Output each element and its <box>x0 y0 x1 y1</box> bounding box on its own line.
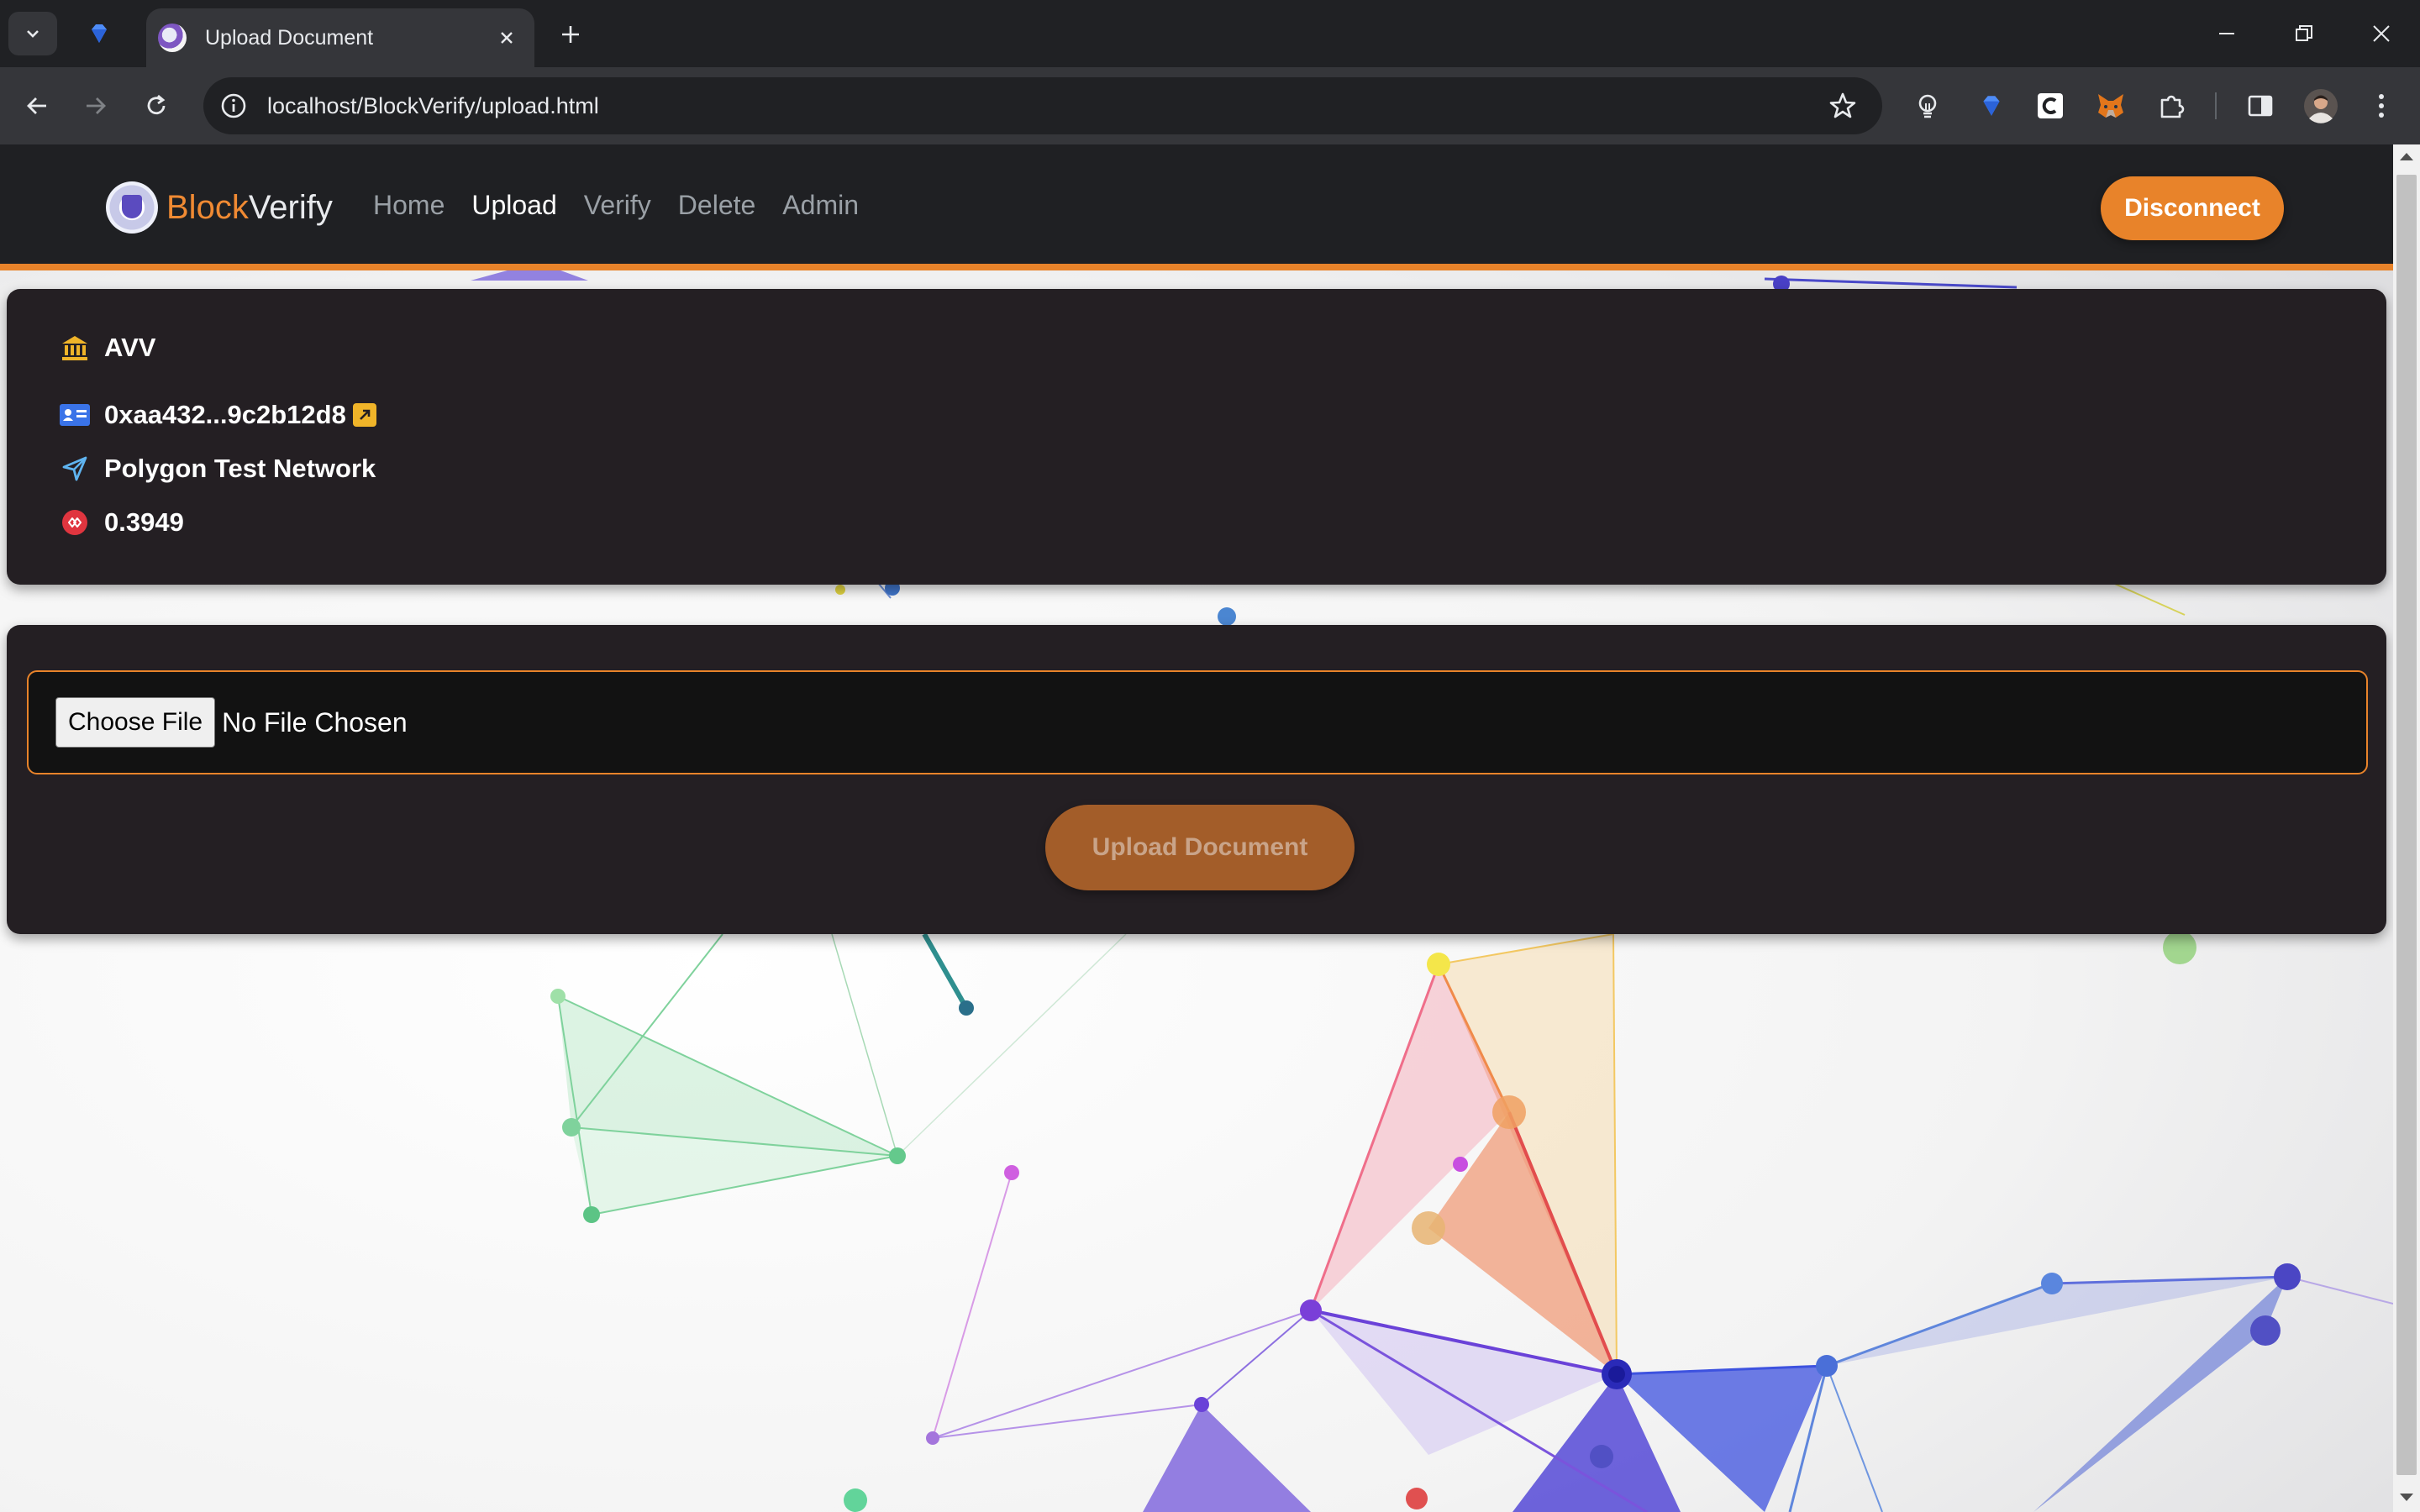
forward-button[interactable] <box>76 86 116 126</box>
extension-c[interactable] <box>2030 86 2070 126</box>
page-scrollbar[interactable] <box>2393 144 2420 1512</box>
browser-tab-bar: Upload Document <box>0 0 2420 67</box>
back-button[interactable] <box>17 86 57 126</box>
reload-button[interactable] <box>136 86 176 126</box>
scroll-up-arrow-icon[interactable] <box>2400 153 2413 160</box>
star-icon <box>1829 92 1856 118</box>
tab-search-button[interactable] <box>8 12 57 55</box>
pinned-tab[interactable] <box>79 15 119 52</box>
bank-icon <box>59 334 91 361</box>
site-info-button[interactable] <box>215 87 252 124</box>
letter-c-icon <box>2038 93 2063 118</box>
address-row: 0xaa432...9c2b12d8 <box>59 400 376 430</box>
brand-name-accent: Block <box>166 188 249 226</box>
file-input[interactable]: Choose File No File Chosen <box>27 670 2368 774</box>
scroll-down-arrow-icon[interactable] <box>2400 1494 2413 1501</box>
file-status-text: No File Chosen <box>222 706 408 738</box>
brand[interactable]: BlockVerify <box>106 181 333 234</box>
tab-favicon-icon <box>158 24 187 52</box>
arrow-right-icon <box>87 97 106 114</box>
info-icon <box>221 93 246 118</box>
toolbar-separator <box>2215 92 2217 119</box>
restore-icon <box>2296 25 2312 41</box>
polygon-token-icon <box>59 509 91 536</box>
address-bar[interactable]: localhost/BlockVerify/upload.html <box>203 77 1882 134</box>
tab-title: Upload Document <box>205 25 374 50</box>
choose-file-button[interactable]: Choose File <box>55 697 216 748</box>
extension-lightbulb[interactable] <box>1907 86 1948 126</box>
side-panel-button[interactable] <box>2240 86 2281 126</box>
diamond-icon <box>92 24 107 43</box>
active-tab[interactable]: Upload Document <box>146 8 534 67</box>
fox-icon <box>2098 94 2123 118</box>
new-tab-button[interactable] <box>551 15 590 54</box>
restore-button[interactable] <box>2279 13 2329 54</box>
kebab-menu-icon <box>2379 94 2384 118</box>
extensions-button[interactable] <box>2151 86 2191 126</box>
plus-icon <box>562 26 579 43</box>
avatar-icon <box>2304 89 2338 123</box>
scrollbar-thumb[interactable] <box>2396 175 2417 1475</box>
profile-button[interactable] <box>2301 86 2341 126</box>
disconnect-button[interactable]: Disconnect <box>2101 176 2284 240</box>
close-window-button[interactable] <box>2356 13 2407 54</box>
tab-close-button[interactable] <box>492 24 521 52</box>
brand-name: BlockVerify <box>166 189 333 227</box>
wallet-address[interactable]: 0xaa432...9c2b12d8 <box>104 400 346 430</box>
bookmark-button[interactable] <box>1822 85 1864 127</box>
balance-value: 0.3949 <box>104 507 184 537</box>
browser-menu-button[interactable] <box>2361 86 2402 126</box>
diamond-icon <box>1983 96 2000 116</box>
nav-verify[interactable]: Verify <box>584 190 651 221</box>
arrow-left-icon <box>27 97 46 114</box>
nav-delete[interactable]: Delete <box>678 190 756 221</box>
chevron-down-icon <box>27 30 39 38</box>
close-icon <box>2373 25 2390 42</box>
url-text[interactable]: localhost/BlockVerify/upload.html <box>267 93 1822 119</box>
network-name: Polygon Test Network <box>104 454 376 483</box>
institution-name: AVV <box>104 333 156 362</box>
institution-row: AVV <box>59 333 155 363</box>
site-navbar: BlockVerify Home Upload Verify Delete Ad… <box>0 144 2393 270</box>
reload-icon <box>147 94 166 115</box>
nav-upload[interactable]: Upload <box>471 190 556 221</box>
side-panel-icon <box>2248 95 2273 117</box>
extension-metamask[interactable] <box>2091 86 2131 126</box>
minimize-button[interactable] <box>2202 13 2252 54</box>
minimize-icon <box>2219 33 2234 34</box>
page-viewport: BlockVerify Home Upload Verify Delete Ad… <box>0 144 2393 1512</box>
browser-toolbar: localhost/BlockVerify/upload.html <box>0 67 2420 144</box>
network-row: Polygon Test Network <box>59 454 376 484</box>
brand-name-rest: Verify <box>248 188 333 226</box>
nav-home[interactable]: Home <box>373 190 445 221</box>
external-link-icon[interactable] <box>352 403 376 427</box>
nav-links: Home Upload Verify Delete Admin <box>373 190 859 221</box>
send-icon <box>59 455 91 482</box>
extension-diamond[interactable] <box>1971 86 2012 126</box>
upload-card: Choose File No File Chosen Upload Docume… <box>7 625 2386 934</box>
blockverify-logo-icon <box>106 181 158 234</box>
id-card-icon <box>59 402 91 428</box>
balance-row: 0.3949 <box>59 507 184 538</box>
lightbulb-icon <box>1918 94 1937 118</box>
upload-document-button[interactable]: Upload Document <box>1045 805 1355 890</box>
account-info-card: AVV 0xaa432...9c2b12d8 Polygon Test Netw… <box>7 289 2386 585</box>
nav-admin[interactable]: Admin <box>782 190 859 221</box>
close-icon <box>501 32 513 44</box>
puzzle-icon <box>2160 95 2185 118</box>
